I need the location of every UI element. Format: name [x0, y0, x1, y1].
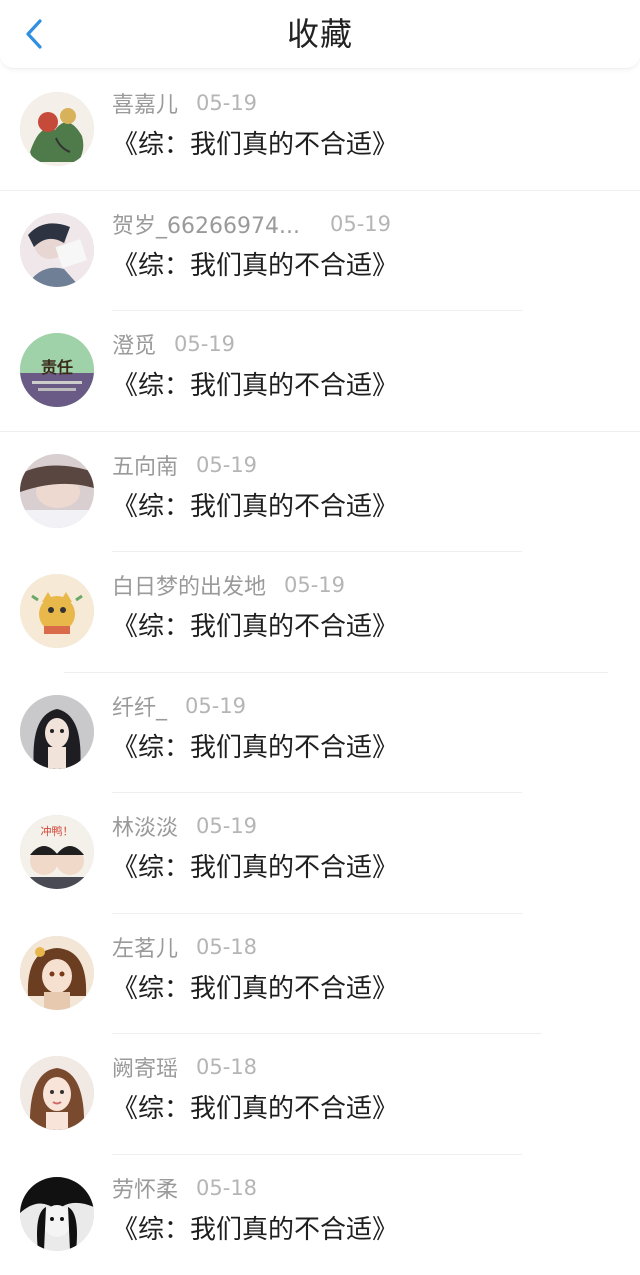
item-meta: 纤纤_ 05-19 — [112, 691, 246, 721]
list-item[interactable]: 冲鸭！ 林淡淡 05-19 《综：我们真的不合适》 — [0, 793, 640, 914]
item-date: 05-19 — [174, 332, 235, 356]
favorites-list: 喜嘉儿 05-19 《综：我们真的不合适》 贺岁_66266974... 05-… — [0, 70, 640, 1275]
avatar[interactable] — [20, 213, 94, 287]
item-meta: 阙寄瑶 05-18 — [112, 1052, 257, 1082]
book-title[interactable]: 《综：我们真的不合适》 — [112, 365, 398, 402]
list-item[interactable]: 左茗儿 05-18 《综：我们真的不合适》 — [0, 914, 640, 1035]
user-name[interactable]: 劳怀柔 — [112, 1172, 178, 1204]
book-title[interactable]: 《综：我们真的不合适》 — [112, 968, 398, 1005]
user-name[interactable]: 纤纤_ — [112, 690, 167, 722]
avatar[interactable]: 冲鸭！ — [20, 815, 94, 889]
item-meta: 劳怀柔 05-18 — [112, 1173, 257, 1203]
item-date: 05-18 — [196, 935, 257, 959]
avatar[interactable] — [20, 936, 94, 1010]
book-title[interactable]: 《综：我们真的不合适》 — [112, 1088, 398, 1125]
list-item[interactable]: 纤纤_ 05-19 《综：我们真的不合适》 — [0, 673, 640, 794]
avatar[interactable]: 责任 — [20, 333, 94, 407]
user-name[interactable]: 林淡淡 — [112, 810, 178, 842]
user-name[interactable]: 喜嘉儿 — [112, 87, 178, 119]
item-meta: 左茗儿 05-18 — [112, 932, 257, 962]
item-meta: 澄觅 05-19 — [112, 329, 235, 359]
avatar[interactable] — [20, 1056, 94, 1130]
user-name[interactable]: 五向南 — [112, 449, 178, 481]
list-item[interactable]: 劳怀柔 05-18 《综：我们真的不合适》 — [0, 1155, 640, 1275]
item-meta: 贺岁_66266974... 05-19 — [112, 209, 391, 239]
user-name[interactable]: 白日梦的出发地 — [112, 569, 266, 601]
list-item[interactable]: 贺岁_66266974... 05-19 《综：我们真的不合适》 — [0, 191, 640, 312]
user-name[interactable]: 左茗儿 — [112, 931, 178, 963]
avatar[interactable] — [20, 454, 94, 528]
item-meta: 五向南 05-19 — [112, 450, 257, 480]
item-date: 05-19 — [284, 573, 345, 597]
svg-text:冲鸭！: 冲鸭！ — [41, 824, 74, 838]
list-item[interactable]: 阙寄瑶 05-18 《综：我们真的不合适》 — [0, 1034, 640, 1155]
item-meta: 喜嘉儿 05-19 — [112, 88, 257, 118]
avatar[interactable] — [20, 92, 94, 166]
page-title: 收藏 — [0, 0, 640, 68]
item-date: 05-19 — [330, 212, 391, 236]
item-meta: 白日梦的出发地 05-19 — [112, 570, 345, 600]
book-title[interactable]: 《综：我们真的不合适》 — [112, 245, 398, 282]
avatar[interactable] — [20, 574, 94, 648]
avatar[interactable] — [20, 1177, 94, 1251]
item-date: 05-19 — [196, 453, 257, 477]
user-name[interactable]: 阙寄瑶 — [112, 1051, 178, 1083]
book-title[interactable]: 《综：我们真的不合适》 — [112, 606, 398, 643]
book-title[interactable]: 《综：我们真的不合适》 — [112, 727, 398, 764]
item-date: 05-19 — [185, 694, 246, 718]
book-title[interactable]: 《综：我们真的不合适》 — [112, 486, 398, 523]
item-meta: 林淡淡 05-19 — [112, 811, 257, 841]
list-item[interactable]: 责任 澄觅 05-19 《综：我们真的不合适》 — [0, 311, 640, 432]
svg-text:责任: 责任 — [41, 358, 73, 377]
book-title[interactable]: 《综：我们真的不合适》 — [112, 847, 398, 884]
avatar[interactable] — [20, 695, 94, 769]
item-date: 05-19 — [196, 814, 257, 838]
list-item[interactable]: 喜嘉儿 05-19 《综：我们真的不合适》 — [0, 70, 640, 191]
item-date: 05-19 — [196, 91, 257, 115]
book-title[interactable]: 《综：我们真的不合适》 — [112, 124, 398, 161]
list-item[interactable]: 五向南 05-19 《综：我们真的不合适》 — [0, 432, 640, 553]
book-title[interactable]: 《综：我们真的不合适》 — [112, 1209, 398, 1246]
item-date: 05-18 — [196, 1176, 257, 1200]
item-date: 05-18 — [196, 1055, 257, 1079]
user-name[interactable]: 贺岁_66266974... — [112, 208, 300, 240]
app-header: 收藏 — [0, 0, 640, 69]
user-name[interactable]: 澄觅 — [112, 328, 156, 360]
list-item[interactable]: 白日梦的出发地 05-19 《综：我们真的不合适》 — [0, 552, 640, 673]
